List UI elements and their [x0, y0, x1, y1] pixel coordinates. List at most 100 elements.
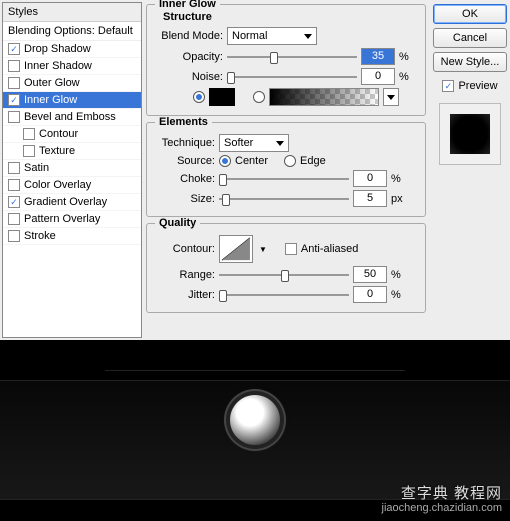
gradient-swatch[interactable] [269, 88, 379, 106]
sidebar-item-label: Color Overlay [24, 179, 91, 191]
sidebar-item-label: Drop Shadow [24, 43, 91, 55]
checkbox-icon[interactable] [23, 145, 35, 157]
checkbox-icon[interactable] [23, 128, 35, 140]
range-label: Range: [153, 269, 215, 281]
opacity-value[interactable]: 35 [361, 48, 395, 65]
elements-heading: Elements [155, 116, 212, 128]
layer-style-dialog: Styles Blending Options: Default ✓ Drop S… [0, 0, 510, 340]
quality-heading: Quality [155, 217, 200, 229]
technique-select[interactable]: Softer [219, 134, 289, 152]
contour-label: Contour: [153, 243, 215, 255]
sidebar-header: Styles [3, 3, 141, 22]
dropdown-icon [304, 34, 312, 39]
sidebar-item-bevel-emboss[interactable]: Bevel and Emboss [3, 109, 141, 126]
checkbox-icon[interactable] [8, 230, 20, 242]
checkbox-icon[interactable] [8, 179, 20, 191]
structure-heading: Structure [159, 11, 419, 23]
choke-value[interactable]: 0 [353, 170, 387, 187]
checkbox-icon[interactable] [8, 213, 20, 225]
size-unit: px [391, 193, 403, 205]
blend-mode-value: Normal [232, 30, 267, 42]
checkbox-icon[interactable] [8, 162, 20, 174]
opacity-slider[interactable] [227, 50, 357, 64]
sidebar-item-label: Texture [39, 145, 75, 157]
opacity-unit: % [399, 51, 409, 63]
size-slider[interactable] [219, 192, 349, 206]
watermark-line2: jiaocheng.chazidian.com [382, 501, 502, 515]
sidebar-item-label: Gradient Overlay [24, 196, 107, 208]
preview-checkbox[interactable]: ✓ [442, 80, 454, 92]
jitter-label: Jitter: [153, 289, 215, 301]
noise-unit: % [399, 71, 409, 83]
sidebar-item-satin[interactable]: Satin [3, 160, 141, 177]
preview-swatch [439, 103, 501, 165]
sidebar-item-label: Outer Glow [24, 77, 80, 89]
blending-options-default[interactable]: Blending Options: Default [3, 22, 141, 41]
checkbox-icon[interactable]: ✓ [8, 196, 20, 208]
size-label: Size: [153, 193, 215, 205]
sidebar-item-stroke[interactable]: Stroke [3, 228, 141, 245]
checkbox-icon[interactable]: ✓ [8, 43, 20, 55]
sidebar-item-gradient-overlay[interactable]: ✓ Gradient Overlay [3, 194, 141, 211]
choke-slider[interactable] [219, 172, 349, 186]
jitter-value[interactable]: 0 [353, 286, 387, 303]
sidebar-item-color-overlay[interactable]: Color Overlay [3, 177, 141, 194]
panel-title: Inner Glow [155, 0, 220, 10]
noise-slider[interactable] [227, 70, 357, 84]
new-style-button[interactable]: New Style... [433, 52, 507, 72]
jitter-unit: % [391, 289, 401, 301]
right-column: OK Cancel New Style... ✓Preview [430, 0, 510, 340]
technique-value: Softer [224, 137, 253, 149]
group-quality: Quality Contour: ▼ Anti-aliased Range: 5… [146, 223, 426, 313]
sidebar-item-label: Stroke [24, 230, 56, 242]
chevron-down-icon[interactable]: ▼ [259, 245, 267, 254]
checkbox-icon[interactable] [8, 111, 20, 123]
cancel-button[interactable]: Cancel [433, 28, 507, 48]
source-center-label: Center [235, 155, 268, 167]
opacity-label: Opacity: [153, 51, 223, 63]
sidebar-item-outer-glow[interactable]: Outer Glow [3, 75, 141, 92]
jitter-slider[interactable] [219, 288, 349, 302]
source-label: Source: [153, 155, 215, 167]
checkbox-icon[interactable]: ✓ [8, 94, 20, 106]
noise-value[interactable]: 0 [361, 68, 395, 85]
sidebar-item-drop-shadow[interactable]: ✓ Drop Shadow [3, 41, 141, 58]
watermark-line1: 查字典 教程网 [382, 487, 502, 501]
panel-divider [105, 370, 405, 371]
blend-mode-select[interactable]: Normal [227, 27, 317, 45]
ok-button[interactable]: OK [433, 4, 507, 24]
dropdown-icon [276, 141, 284, 146]
styles-sidebar: Styles Blending Options: Default ✓ Drop S… [2, 2, 142, 338]
sidebar-item-pattern-overlay[interactable]: Pattern Overlay [3, 211, 141, 228]
gradient-radio[interactable] [253, 91, 265, 103]
size-value[interactable]: 5 [353, 190, 387, 207]
checkbox-icon[interactable] [8, 60, 20, 72]
sidebar-item-inner-shadow[interactable]: Inner Shadow [3, 58, 141, 75]
source-edge-label: Edge [300, 155, 326, 167]
sidebar-item-texture[interactable]: Texture [3, 143, 141, 160]
sidebar-item-inner-glow[interactable]: ✓Inner Glow [3, 92, 141, 109]
color-swatch[interactable] [209, 88, 235, 106]
blend-mode-label: Blend Mode: [153, 30, 223, 42]
gradient-dropdown[interactable] [383, 88, 399, 106]
range-value[interactable]: 50 [353, 266, 387, 283]
technique-label: Technique: [153, 137, 215, 149]
source-edge-radio[interactable] [284, 155, 296, 167]
orb-graphic [230, 395, 280, 445]
sidebar-item-contour[interactable]: Contour [3, 126, 141, 143]
source-center-radio[interactable] [219, 155, 231, 167]
main-panel: Inner Glow Structure Blend Mode: Normal … [142, 0, 430, 340]
sidebar-item-label: Pattern Overlay [24, 213, 100, 225]
range-unit: % [391, 269, 401, 281]
checkbox-icon[interactable] [8, 77, 20, 89]
contour-picker[interactable] [219, 235, 253, 263]
preview-inner [450, 114, 490, 154]
watermark: 查字典 教程网 jiaocheng.chazidian.com [382, 487, 502, 515]
choke-label: Choke: [153, 173, 215, 185]
anti-aliased-checkbox[interactable] [285, 243, 297, 255]
group-structure: Inner Glow Structure Blend Mode: Normal … [146, 4, 426, 116]
range-slider[interactable] [219, 268, 349, 282]
anti-aliased-label: Anti-aliased [301, 243, 358, 255]
noise-label: Noise: [153, 71, 223, 83]
color-radio[interactable] [193, 91, 205, 103]
